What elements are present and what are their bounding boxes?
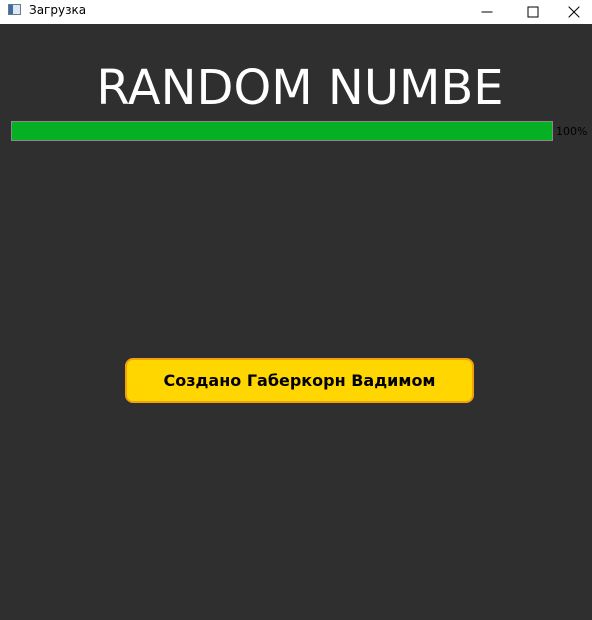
app-window: Загрузка RANDOM NUMBE 100% Создано Габер… (0, 0, 592, 620)
credit-button[interactable]: Создано Габеркорн Вадимом (125, 358, 474, 403)
loading-progress-bar (11, 121, 553, 141)
title-bar[interactable]: Загрузка (0, 0, 592, 24)
close-icon (568, 6, 580, 18)
progress-fill (12, 122, 552, 140)
page-heading: RANDOM NUMBE (96, 60, 504, 116)
close-button[interactable] (556, 0, 592, 24)
app-window-icon (8, 4, 21, 15)
minimize-icon (481, 11, 493, 13)
window-title: Загрузка (29, 3, 87, 17)
maximize-button[interactable] (510, 0, 556, 24)
minimize-button[interactable] (464, 0, 510, 24)
maximize-icon (527, 6, 539, 18)
progress-percent-label: 100% (556, 125, 588, 138)
